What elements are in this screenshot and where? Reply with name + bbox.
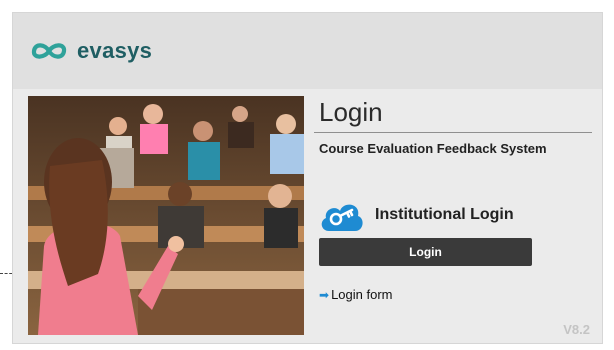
page-title: Login (319, 97, 383, 127)
evasys-logo[interactable]: evasys (29, 37, 152, 65)
infinity-logo-icon (31, 43, 67, 59)
login-window: evasys Login Course Evaluation Feedback … (12, 12, 603, 344)
brand-name: evasys (77, 38, 153, 63)
login-panel: Login Course Evaluation Feedback System … (314, 96, 594, 336)
institutional-login-label: Institutional Login (375, 206, 514, 223)
login-button[interactable]: Login (319, 238, 532, 266)
title-divider (314, 132, 592, 133)
cloud-key-icon (321, 204, 363, 231)
arrow-right-icon: ➡ (319, 287, 330, 302)
header-bar: evasys (13, 13, 602, 89)
system-subtitle: Course Evaluation Feedback System (319, 141, 547, 156)
version-label: V8.2 (563, 322, 590, 337)
login-form-link[interactable]: ➡ Login form (319, 287, 392, 302)
login-form-link-label: Login form (331, 287, 393, 302)
institutional-login-row: Institutional Login (317, 196, 514, 234)
lecture-photo (28, 96, 304, 335)
